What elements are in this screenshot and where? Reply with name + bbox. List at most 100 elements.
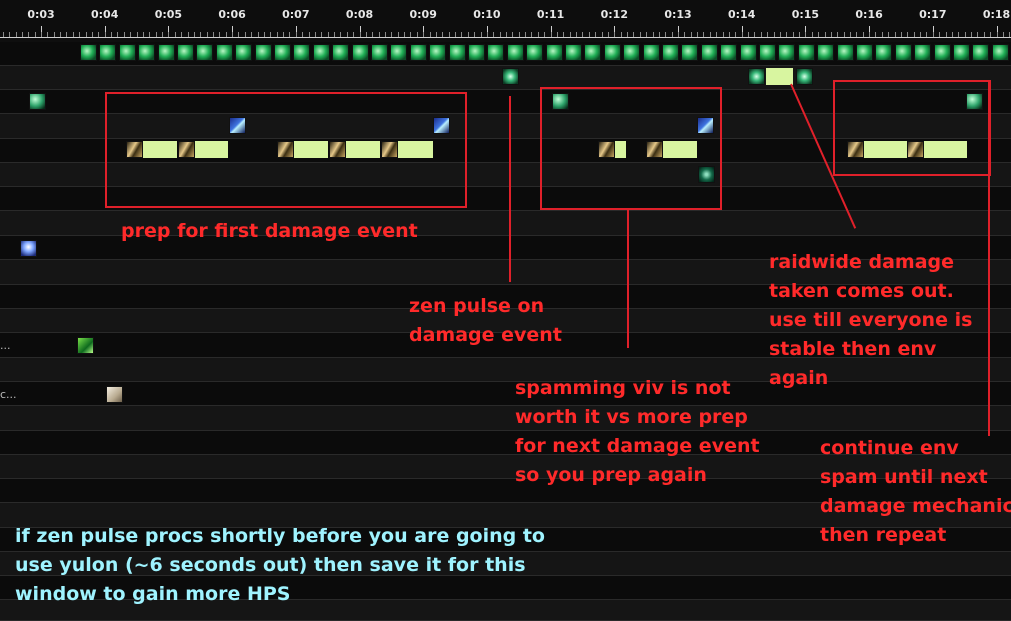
essence-font-icon — [526, 44, 543, 61]
essence-font-icon — [158, 44, 175, 61]
time-tick-label: 0:16 — [855, 8, 883, 21]
essence-font-icon — [390, 44, 407, 61]
essence-font-icon — [546, 44, 563, 61]
highlight-box — [833, 80, 991, 176]
annotation-line: use yulon (~6 seconds out) then save it … — [15, 554, 526, 576]
annotation-prep-first: prep for first damage event — [121, 220, 418, 242]
time-tick-label: 0:12 — [600, 8, 628, 21]
highlight-box — [540, 87, 722, 210]
essence-font-icon — [875, 44, 892, 61]
annotation-line: damage mechanic — [820, 495, 1011, 517]
annotation-line: spam until next — [820, 466, 988, 488]
annotation-line: zen pulse on — [409, 295, 545, 317]
annotation-line: taken comes out. — [769, 280, 954, 302]
timeline-track — [0, 406, 1011, 431]
time-tick-label: 0:17 — [919, 8, 947, 21]
track-label-truncated: c... — [0, 388, 17, 401]
pointer-line — [988, 80, 990, 436]
annotation-line: if zen pulse procs shortly before you ar… — [15, 525, 545, 547]
pointer-line — [509, 96, 511, 282]
essence-font-icon — [235, 44, 252, 61]
annotation-line: again — [769, 367, 829, 389]
essence-font-icon — [468, 44, 485, 61]
time-tick-label: 0:09 — [409, 8, 437, 21]
annotation-continue-env: continue env spam until next damage mech… — [820, 434, 1011, 550]
essence-font-icon — [293, 44, 310, 61]
essence-font-icon — [798, 44, 815, 61]
essence-font-icon — [701, 44, 718, 61]
essence-font-icon — [992, 44, 1009, 61]
annotation-line: then repeat — [820, 524, 947, 546]
timeline-view: 0:03 0:04 0:05 0:06 0:07 0:08 0:09 0:10 0:11 0:12… — [0, 0, 1011, 621]
essence-font-icon — [759, 44, 776, 61]
essence-font-icon — [274, 44, 291, 61]
essence-font-icon — [119, 44, 136, 61]
time-tick-label: 0:05 — [154, 8, 183, 21]
essence-font-icon — [410, 44, 427, 61]
essence-font-icon — [895, 44, 912, 61]
essence-font-icon — [332, 44, 349, 61]
time-tick-label: 0:14 — [728, 8, 756, 21]
essence-font-icon — [817, 44, 834, 61]
channel-bar — [766, 68, 793, 85]
essence-font-icon — [681, 44, 698, 61]
ruler-baseline — [0, 37, 1011, 38]
annotation-line: stable then env — [769, 338, 937, 360]
essence-font-icon — [584, 44, 601, 61]
essence-font-icon — [856, 44, 873, 61]
essence-font-icon — [934, 44, 951, 61]
time-tick-label: 0:13 — [664, 8, 692, 21]
essence-font-icon — [313, 44, 330, 61]
time-tick-label: 0:07 — [282, 8, 310, 21]
time-ruler: 0:03 0:04 0:05 0:06 0:07 0:08 0:09 0:10 0:11 0:12… — [0, 0, 1011, 38]
essence-font-icon — [914, 44, 931, 61]
essence-font-icon — [216, 44, 233, 61]
essence-font-icon — [837, 44, 854, 61]
essence-font-icon — [778, 44, 795, 61]
essence-font-icon — [196, 44, 213, 61]
time-tick-label: 0:06 — [218, 8, 246, 21]
essence-font-icon — [953, 44, 970, 61]
annotation-yulon-tip: if zen pulse procs shortly before you ar… — [15, 522, 545, 609]
pointer-line — [627, 210, 629, 348]
essence-font-icon — [643, 44, 660, 61]
essence-font-icon — [604, 44, 621, 61]
renewing-mist-icon — [29, 93, 46, 110]
life-cocoon-icon — [77, 337, 94, 354]
essence-font-icon — [972, 44, 989, 61]
essence-font-icon — [429, 44, 446, 61]
annotation-line: use till everyone is — [769, 309, 973, 331]
time-tick-label: 0:10 — [473, 8, 501, 21]
essence-font-icon — [449, 44, 466, 61]
annotation-line: continue env — [820, 437, 959, 459]
essence-font-icon — [623, 44, 640, 61]
annotation-line: so you prep again — [515, 464, 707, 486]
annotation-line: for next damage event — [515, 435, 760, 457]
essence-font-icon — [177, 44, 194, 61]
essence-font-icon — [507, 44, 524, 61]
essence-font-icon — [352, 44, 369, 61]
annotation-line: window to gain more HPS — [15, 583, 291, 605]
essence-font-icon — [138, 44, 155, 61]
time-tick-label: 0:18 — [982, 8, 1011, 21]
time-tick-label: 0:08 — [345, 8, 374, 21]
essence-font-icon — [565, 44, 582, 61]
fortifying-brew-icon — [106, 386, 123, 403]
time-tick-label: 0:03 — [27, 8, 55, 21]
essence-font-icon — [99, 44, 116, 61]
essence-font-icon — [740, 44, 757, 61]
essence-font-icon — [255, 44, 272, 61]
annotation-line: worth it vs more prep — [515, 406, 748, 428]
annotation-line: raidwide damage — [769, 251, 954, 273]
zen-pulse-icon — [502, 68, 519, 85]
essence-font-icon — [371, 44, 388, 61]
time-tick-label: 0:11 — [536, 8, 565, 21]
zen-pulse-icon — [748, 68, 765, 85]
time-tick-label: 0:15 — [791, 8, 820, 21]
essence-font-icon — [662, 44, 679, 61]
essence-font-icon — [720, 44, 737, 61]
highlight-box — [105, 92, 467, 208]
invoke-yulon-icon — [20, 240, 37, 257]
annotation-zen-pulse: zen pulse on damage event — [409, 292, 562, 350]
track-label-truncated: ... — [0, 339, 11, 352]
